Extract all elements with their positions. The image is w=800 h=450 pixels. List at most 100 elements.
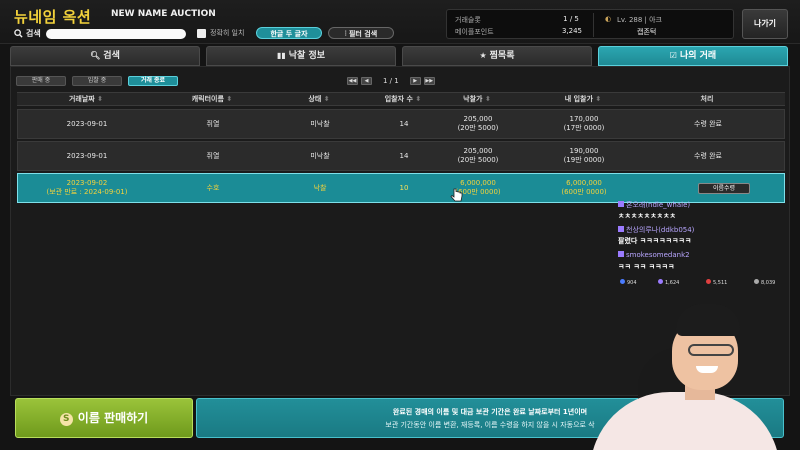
chat-message: 천상의루나(ddkb054) (618, 225, 694, 235)
exit-button[interactable]: 나가기 (742, 9, 788, 39)
cell-date: 2023-09-01 (66, 151, 108, 160)
subtab-completed[interactable]: 거래 종료 (128, 76, 178, 86)
stat-item: 5,511 (706, 279, 727, 286)
column-header-name[interactable]: 캐릭터이름 ⬍ (167, 93, 257, 107)
column-header-date[interactable]: 거래날짜 ⬍ (41, 93, 131, 107)
chat-badge-icon (618, 251, 624, 257)
chat-message-text: 팔렸다 ㅋㅋㅋㅋㅋㅋㅋㅋ (618, 237, 692, 245)
stream-stats: 904 1,624 5,511 8,039 (618, 279, 790, 289)
search-icon: 🔍︎ (90, 51, 101, 60)
cell-name: 쥐열 (206, 151, 220, 160)
subtab-bidding[interactable]: 입찰 중 (72, 76, 122, 86)
column-header-action: 처리 (700, 95, 714, 103)
account-info: 거래슬롯 1 / 5 메이플포인트 3,245 ◐ Lv. 288 | 아크 캡… (446, 9, 734, 39)
search-icon (14, 29, 23, 38)
sell-name-button[interactable]: S 이름 판매하기 (15, 398, 193, 438)
search-row: 검색 (14, 28, 186, 39)
tab-label: 검색 (103, 51, 120, 61)
chat-message-text: ㅊㅊㅊㅊㅊㅊㅊㅊㅊ (618, 212, 676, 220)
cell-mybid: 170,000 (17만 0000) (563, 115, 605, 132)
next-page-button[interactable]: ▶ (409, 77, 421, 85)
tab-label: 나의 거래 (679, 51, 717, 61)
cell-bidders: 10 (399, 183, 409, 192)
chat-user: 천상의루나(ddkb054) (626, 226, 695, 234)
person-hair-shape (676, 304, 740, 336)
character-class-icon: ◐ (605, 15, 612, 23)
cell-price: 205,000 (20만 5000) (457, 115, 499, 132)
stat-item: 8,039 (754, 279, 775, 286)
header: 뉴네임 옥션 NEW NAME AUCTION 검색 정확히 일치 한글 두 글… (0, 0, 800, 44)
webcam-overlay (580, 296, 800, 450)
table-row[interactable]: 2023-09-01 쥐열 미낙찰 14 205,000 (20만 5000) 1… (17, 141, 785, 171)
two-char-button[interactable]: 한글 두 글자 (256, 27, 322, 39)
star-icon: ★ (479, 51, 487, 60)
page-indicator: 1 / 1 (383, 77, 399, 85)
chat-message: 혼오래(ndle_whale) (618, 200, 690, 210)
cell-action: 수령 완료 (694, 151, 722, 160)
exact-match-checkbox[interactable] (197, 28, 206, 38)
maple-points-value: 3,245 (561, 27, 582, 35)
cell-action: 수령 완료 (694, 119, 722, 128)
stat-item: 1,624 (658, 279, 679, 286)
claim-name-button[interactable]: 이름수령 (698, 182, 750, 194)
pagination: ◀◀ ◀ 1 / 1 ▶ ▶▶ (347, 77, 435, 85)
cell-date: 2023-09-01 (66, 119, 108, 128)
column-header-mybid[interactable]: 내 입찰가 ⬍ (543, 93, 623, 107)
glasses-shape (688, 344, 734, 356)
filter-search-label: 필터 검색 (348, 30, 378, 38)
chat-icon (658, 279, 663, 284)
smile-shape (696, 366, 718, 373)
maple-points-label: 메이플포인트 (455, 28, 494, 36)
cell-bidders: 14 (399, 151, 409, 160)
character-name: 캡존턱 (637, 28, 657, 36)
tab-label: 낙찰 정보 (288, 51, 326, 61)
user-icon (754, 279, 759, 284)
column-header-status[interactable]: 상태 ⬍ (279, 93, 359, 107)
tab-my-trades[interactable]: ☑ 나의 거래 (598, 46, 788, 66)
chat-badge-icon (618, 226, 624, 232)
cell-date: 2023-09-02 (보관 만료 : 2024-09-01) (46, 179, 128, 196)
coin-icon: S (59, 413, 73, 426)
first-page-button[interactable]: ◀◀ (347, 77, 358, 85)
cell-status: 낙찰 (313, 183, 327, 192)
cell-action: 이름수령 (684, 174, 764, 202)
search-input[interactable] (45, 28, 186, 39)
stat-item: 904 (620, 279, 637, 286)
trade-slot-label: 거래슬롯 (455, 16, 481, 24)
cell-bidders: 14 (399, 119, 409, 128)
tab-bid-info[interactable]: ▮▮ 낙찰 정보 (206, 46, 396, 66)
column-header-price[interactable]: 낙찰가 ⬍ (437, 93, 517, 107)
filter-search-button[interactable]: ⫶ 필터 검색 (328, 27, 394, 39)
trade-slot-value: 1 / 5 (563, 15, 579, 23)
cell-name: 쥐열 (206, 119, 220, 128)
chat-badge-icon (618, 201, 624, 207)
last-page-button[interactable]: ▶▶ (423, 77, 435, 85)
cell-status: 미낙찰 (310, 151, 330, 160)
chat-message-text: ㅋㅋ ㅋㅋ ㅋㅋㅋㅋ (618, 263, 675, 271)
page-title: 뉴네임 옥션 (14, 8, 92, 26)
bar-chart-icon: ▮▮ (276, 51, 286, 60)
divider (593, 13, 594, 37)
table-row[interactable]: 2023-09-01 쥐열 미낙찰 14 205,000 (20만 5000) 1… (17, 109, 785, 139)
hand-cursor-icon (450, 188, 463, 202)
sell-name-label: 이름 판매하기 (77, 411, 149, 425)
search-label: 검색 (26, 29, 41, 38)
checkbox-icon: ☑ (669, 51, 677, 60)
tab-wishlist[interactable]: ★ 찜목록 (402, 46, 592, 66)
page-subtitle: NEW NAME AUCTION (111, 9, 216, 19)
table-header: 거래날짜 ⬍ 캐릭터이름 ⬍ 상태 ⬍ 입찰자 수 ⬍ 낙찰가 ⬍ 내 입찰가 … (17, 92, 785, 106)
exact-match-option[interactable]: 정확히 일치 (197, 28, 244, 38)
subtab-selling[interactable]: 판매 중 (16, 76, 66, 86)
chat-user: smokesomedank2 (626, 251, 690, 259)
person-body-shape (590, 392, 780, 450)
heart-icon (706, 279, 711, 284)
cell-mybid: 6,000,000 (600만 0000) (561, 179, 607, 196)
table-row-selected[interactable]: 2023-09-02 (보관 만료 : 2024-09-01) 수호 낙찰 10 … (17, 173, 785, 203)
tab-search[interactable]: 🔍︎ 검색 (10, 46, 200, 66)
main-tabs: 🔍︎ 검색 ▮▮ 낙찰 정보 ★ 찜목록 ☑ 나의 거래 (10, 46, 790, 66)
cell-price: 205,000 (20만 5000) (457, 147, 499, 164)
column-header-bidders[interactable]: 입찰자 수 ⬍ (363, 93, 443, 107)
exact-match-label: 정확히 일치 (210, 29, 245, 37)
tab-label: 찜목록 (489, 51, 515, 61)
prev-page-button[interactable]: ◀ (361, 77, 372, 85)
